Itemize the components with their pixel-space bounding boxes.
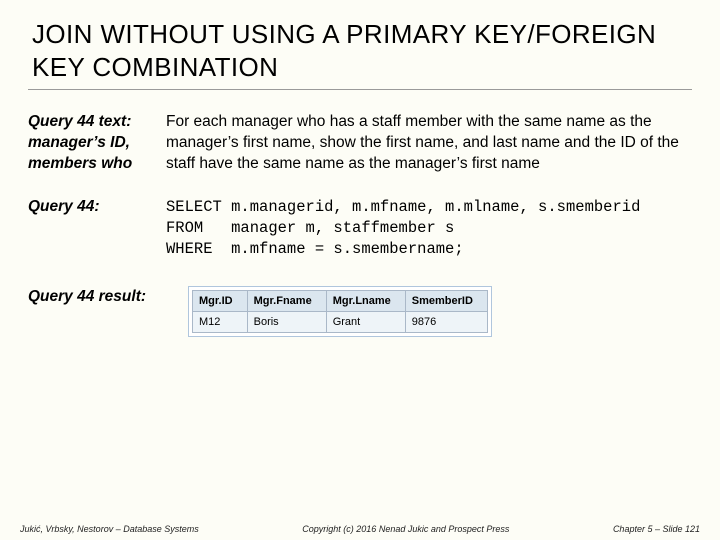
result-table: Mgr.ID Mgr.Fname Mgr.Lname SmemberID M12… [192, 290, 488, 333]
query-text-label: Query 44 text: manager’s ID, members who [28, 112, 166, 175]
cell: 9876 [405, 311, 487, 332]
slide: JOIN WITHOUT USING A PRIMARY KEY/FOREIGN… [0, 0, 720, 540]
cell: Boris [247, 311, 326, 332]
query-text-body: For each manager who has a staff member … [166, 112, 692, 175]
cell: M12 [193, 311, 248, 332]
col-header: SmemberID [405, 290, 487, 311]
footer-center: Copyright (c) 2016 Nenad Jukic and Prosp… [302, 524, 509, 534]
footer: Jukić, Vrbsky, Nestorov – Database Syste… [0, 524, 720, 534]
col-header: Mgr.Lname [326, 290, 405, 311]
cell: Grant [326, 311, 405, 332]
query-result-block: Query 44 result: Mgr.ID Mgr.Fname Mgr.Ln… [28, 286, 692, 337]
result-table-container: Mgr.ID Mgr.Fname Mgr.Lname SmemberID M12… [188, 286, 492, 337]
footer-left: Jukić, Vrbsky, Nestorov – Database Syste… [20, 524, 199, 534]
slide-title: JOIN WITHOUT USING A PRIMARY KEY/FOREIGN… [28, 18, 692, 90]
query-sql-block: Query 44: SELECT m.managerid, m.mfname, … [28, 197, 692, 260]
footer-right: Chapter 5 – Slide 121 [613, 524, 700, 534]
col-header: Mgr.Fname [247, 290, 326, 311]
query-sql: SELECT m.managerid, m.mfname, m.mlname, … [166, 197, 640, 260]
col-header: Mgr.ID [193, 290, 248, 311]
query-sql-label: Query 44: [28, 197, 166, 218]
table-row: M12 Boris Grant 9876 [193, 311, 488, 332]
query-result-label: Query 44 result: [28, 286, 188, 306]
query-text-block: Query 44 text: manager’s ID, members who… [28, 112, 692, 175]
